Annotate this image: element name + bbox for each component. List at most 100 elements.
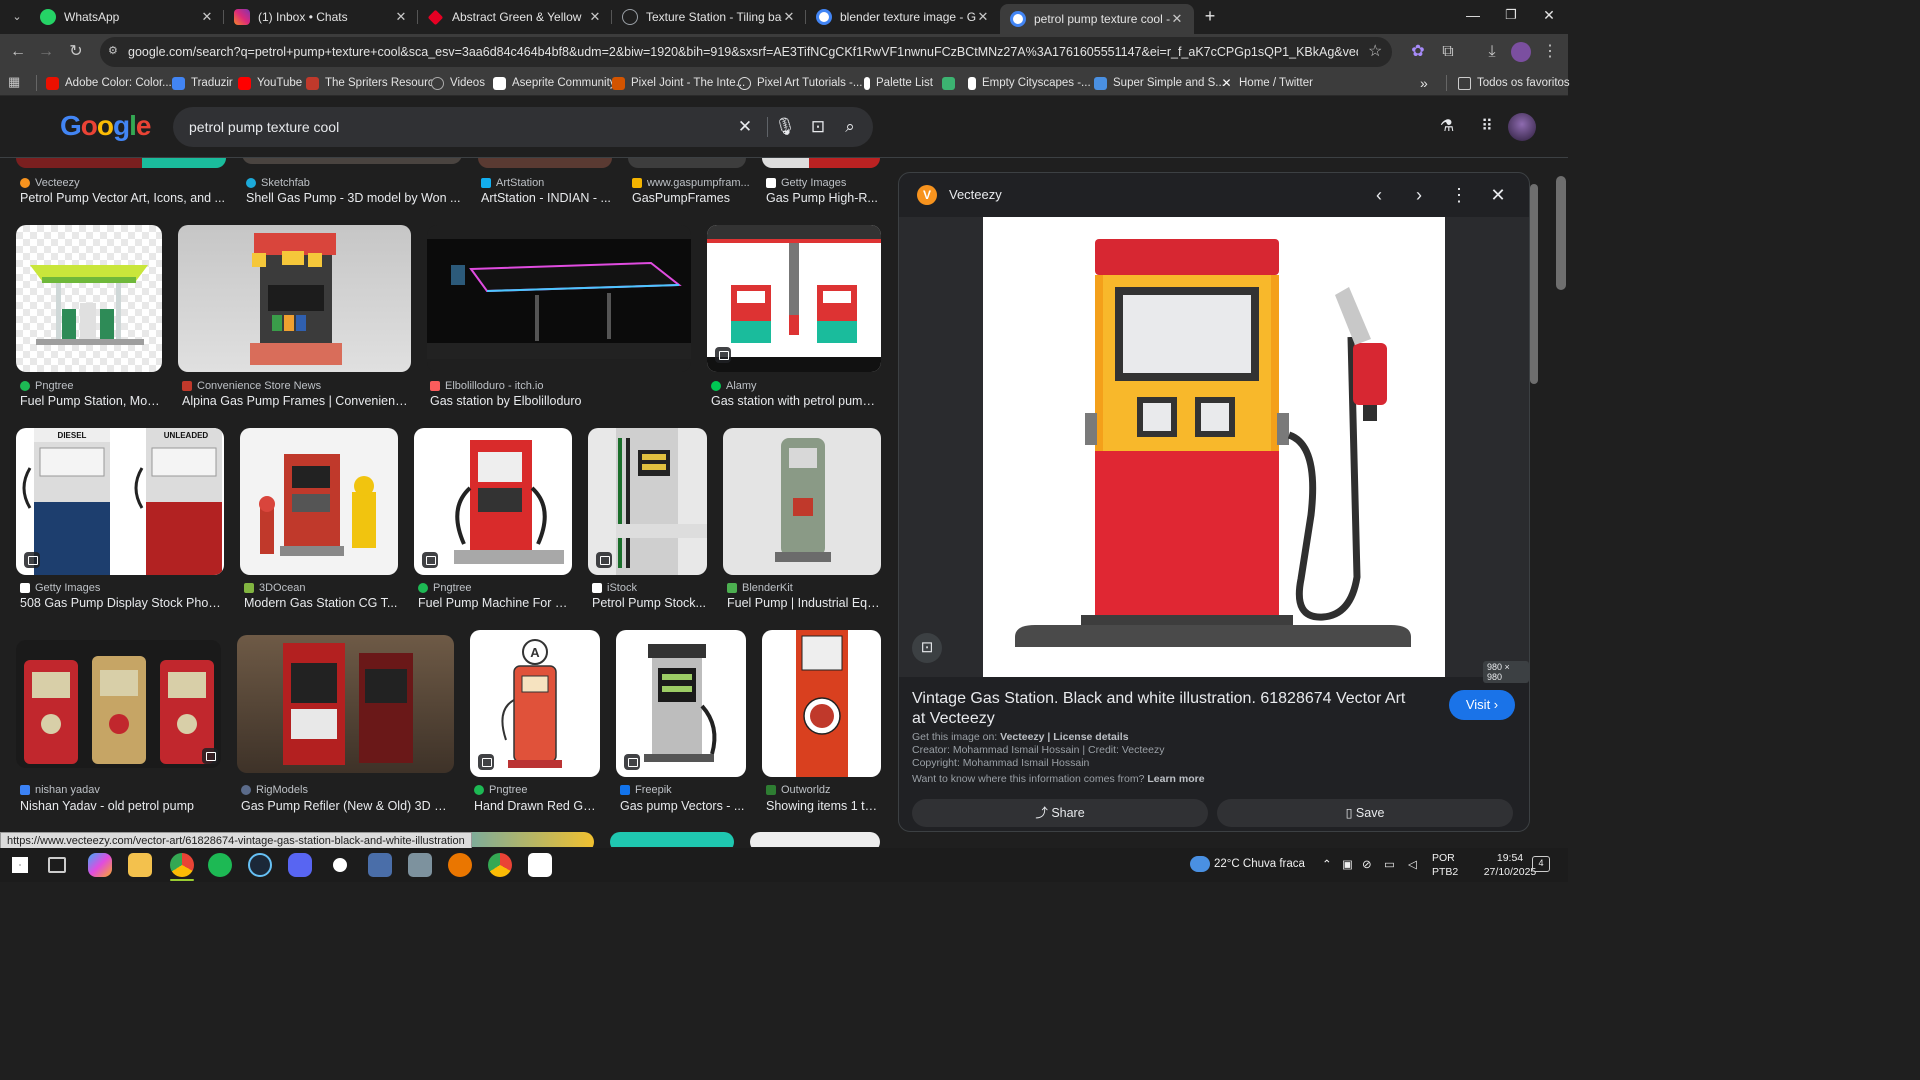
result-title[interactable]: Alpina Gas Pump Frames | Convenience... <box>182 394 410 408</box>
result-source[interactable]: nishan yadav <box>20 784 100 796</box>
result-thumbnail[interactable]: A <box>470 630 600 777</box>
result-thumbnail[interactable] <box>240 428 398 575</box>
bookmarks-overflow[interactable]: » <box>1420 74 1428 92</box>
steam-icon[interactable] <box>248 853 272 877</box>
result-thumbnail[interactable] <box>237 635 454 773</box>
apps-grid-icon[interactable]: ▦ <box>8 74 24 90</box>
bookmark-star-icon[interactable]: ☆ <box>1368 41 1382 61</box>
page-scrollbar[interactable] <box>1556 176 1566 290</box>
weather-text[interactable]: 22°C Chuva fraca <box>1214 858 1305 870</box>
license-details-link[interactable]: Vecteezy | License details <box>1000 731 1128 743</box>
result-source[interactable]: Pngtree <box>20 380 74 392</box>
result-title[interactable]: Gas Pump High-R... <box>766 191 878 205</box>
back-icon[interactable]: ← <box>6 40 30 64</box>
tab-search-icon[interactable]: ⌄ <box>8 8 26 26</box>
new-tab-button[interactable]: + <box>1200 6 1220 26</box>
tab-abstract[interactable]: Abstract Green & Yellow ✕ <box>418 4 612 30</box>
result-thumbnail[interactable] <box>750 832 880 847</box>
result-thumbnail[interactable] <box>427 225 691 372</box>
result-title[interactable]: Hand Drawn Red Ga... <box>474 799 600 813</box>
extension-icon[interactable]: ✿ <box>1406 40 1430 64</box>
result-source[interactable]: ArtStation <box>481 177 544 189</box>
volume-muted-icon[interactable]: ⊘ <box>1362 857 1372 871</box>
close-icon[interactable]: ✕ <box>394 9 408 25</box>
result-title[interactable]: Gas station by Elbolilloduro <box>430 394 690 408</box>
clear-icon[interactable]: ✕ <box>733 115 757 139</box>
app-icon-2[interactable] <box>528 853 552 877</box>
close-icon[interactable]: ✕ <box>1170 11 1184 27</box>
visual-search-icon[interactable]: ⊡ <box>912 633 942 663</box>
result-title[interactable]: Gas station with petrol pump ... <box>711 394 881 408</box>
search-icon[interactable]: ⌕ <box>838 115 862 139</box>
app-icon[interactable] <box>368 853 392 877</box>
close-icon[interactable]: ✕ <box>200 9 214 25</box>
language-1[interactable]: POR <box>1432 852 1455 864</box>
result-thumbnail[interactable] <box>616 630 746 777</box>
result-title[interactable]: Fuel Pump Station, Mod... <box>20 394 162 408</box>
save-button[interactable]: ▯ Save <box>1217 799 1513 827</box>
panel-title[interactable]: Vintage Gas Station. Black and white ill… <box>912 689 1412 729</box>
result-thumbnail[interactable] <box>588 428 707 575</box>
panel-scrollbar[interactable] <box>1530 176 1538 827</box>
site-info-icon[interactable]: ⚙ <box>108 44 122 58</box>
close-icon[interactable]: ✕ <box>588 9 602 25</box>
result-thumbnail[interactable]: DIESEL UNLEADED <box>16 428 224 575</box>
blender-icon[interactable] <box>448 853 472 877</box>
spotify-icon[interactable] <box>208 853 232 877</box>
result-thumbnail[interactable] <box>610 832 734 847</box>
tab-petrol-pump[interactable]: petrol pump texture cool - Goo ✕ <box>1000 4 1194 34</box>
bookmark-empty-cityscapes[interactable]: Empty Cityscapes -... <box>968 74 1091 92</box>
result-thumbnail[interactable] <box>178 225 411 372</box>
result-title[interactable]: Petrol Pump Vector Art, Icons, and ... <box>20 191 230 205</box>
close-icon[interactable]: ✕ <box>782 9 796 25</box>
file-explorer-icon[interactable] <box>128 853 152 877</box>
profile-avatar[interactable] <box>1511 42 1531 62</box>
bookmark-youtube[interactable]: YouTube <box>238 74 302 92</box>
discord-icon[interactable] <box>288 853 312 877</box>
restore-button[interactable]: ❐ <box>1500 4 1522 26</box>
notification-icon[interactable]: 4 <box>1532 856 1550 872</box>
result-source[interactable]: Outworldz <box>766 784 831 796</box>
chrome-profile-icon[interactable] <box>488 853 512 877</box>
bookmark-palette-list[interactable]: Palette List <box>864 74 933 92</box>
result-source[interactable]: Convenience Store News <box>182 380 321 392</box>
result-thumbnail[interactable] <box>762 630 881 777</box>
speaker-icon[interactable]: ◁ <box>1408 857 1417 871</box>
next-icon[interactable]: › <box>1407 183 1431 207</box>
result-source[interactable]: Freepik <box>620 784 672 796</box>
download-icon[interactable]: ⤓ <box>1480 40 1504 64</box>
aseprite-icon[interactable] <box>408 853 432 877</box>
bookmark-traduzir[interactable]: Traduzir <box>172 74 233 92</box>
tray-app-icon[interactable]: ▣ <box>1342 857 1353 871</box>
result-source[interactable]: Vecteezy <box>20 177 80 189</box>
result-source[interactable]: 3DOcean <box>244 582 305 594</box>
visit-button[interactable]: Visit › <box>1449 690 1515 720</box>
result-title[interactable]: Showing items 1 to... <box>766 799 881 813</box>
result-title[interactable]: ArtStation - INDIAN - ... <box>481 191 615 205</box>
result-title[interactable]: 508 Gas Pump Display Stock Photo... <box>20 596 224 610</box>
account-avatar[interactable] <box>1508 113 1536 141</box>
result-source[interactable]: BlenderKit <box>727 582 793 594</box>
microphone-icon[interactable]: 🎙 <box>773 115 797 139</box>
tab-texture-station[interactable]: Texture Station - Tiling backgro ✕ <box>612 4 806 30</box>
clock-time[interactable]: 19:54 <box>1496 852 1524 864</box>
minimize-button[interactable]: — <box>1462 4 1484 26</box>
result-source[interactable]: Alamy <box>711 380 757 392</box>
reload-icon[interactable]: ↻ <box>64 40 88 64</box>
result-source[interactable]: Getty Images <box>766 177 846 189</box>
result-source[interactable]: Pngtree <box>418 582 472 594</box>
result-source[interactable]: iStock <box>592 582 637 594</box>
result-title[interactable]: GasPumpFrames <box>632 191 752 205</box>
panel-source[interactable]: Vecteezy <box>949 187 1002 202</box>
menu-dots-icon[interactable]: ⋮ <box>1538 40 1562 64</box>
close-icon[interactable]: ✕ <box>1486 183 1510 207</box>
apps-grid-icon[interactable]: ⠿ <box>1476 116 1498 138</box>
result-title[interactable]: Shell Gas Pump - 3D model by Won ... <box>246 191 462 205</box>
preview-image[interactable] <box>983 217 1445 677</box>
result-thumbnail[interactable] <box>414 428 572 575</box>
search-input[interactable]: petrol pump texture cool <box>189 119 339 135</box>
weather-icon[interactable] <box>1190 856 1210 872</box>
bookmark-videos[interactable]: Videos <box>431 74 485 92</box>
copilot-icon[interactable] <box>88 853 112 877</box>
result-source[interactable]: Pngtree <box>474 784 528 796</box>
